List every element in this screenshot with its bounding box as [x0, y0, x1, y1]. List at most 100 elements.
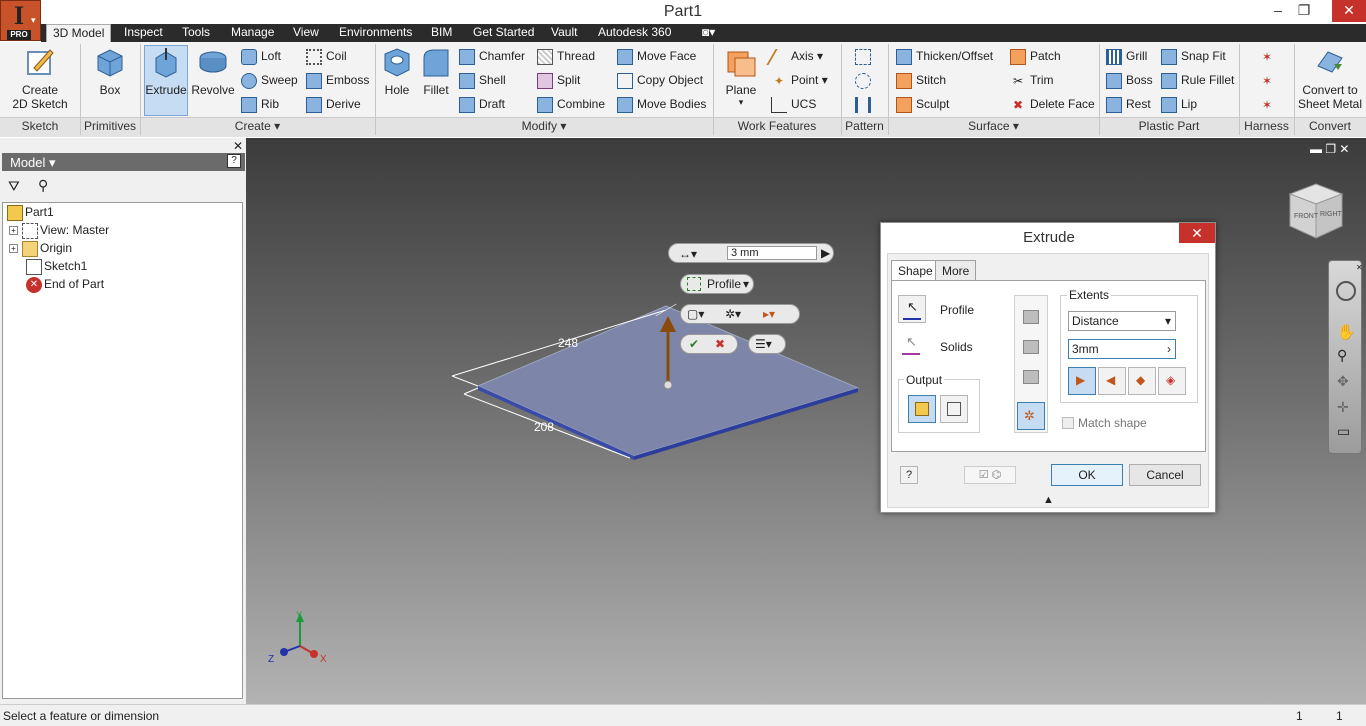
move-face-button[interactable]: Move Face — [617, 46, 696, 66]
tab-environments[interactable]: Environments — [333, 24, 418, 42]
panel-title-dropdown[interactable]: Model ▾ — [10, 155, 56, 171]
tree-item-origin[interactable]: + Origin — [9, 239, 72, 257]
box-button[interactable]: Box — [88, 46, 132, 97]
tab-view[interactable]: View — [287, 24, 325, 42]
fillet-button[interactable]: Fillet — [418, 46, 454, 97]
thread-button[interactable]: Thread — [537, 46, 595, 66]
split-button[interactable]: Split — [537, 70, 580, 90]
expand-dialog-icon[interactable]: ▲ — [1043, 494, 1054, 506]
plane-button[interactable]: Plane ▾ — [720, 46, 762, 108]
profile-minitoolbar-button[interactable]: Profile ▾ — [680, 274, 754, 294]
stitch-button[interactable]: Stitch — [896, 70, 946, 90]
rib-button[interactable]: Rib — [241, 94, 279, 114]
loft-button[interactable]: Loft — [241, 46, 281, 66]
copy-object-button[interactable]: Copy Object — [617, 70, 703, 90]
shell-button[interactable]: Shell — [459, 70, 506, 90]
circular-pattern-button[interactable] — [855, 70, 875, 90]
intersect-button[interactable] — [1017, 364, 1045, 392]
tab-more[interactable]: More — [935, 260, 977, 280]
solids-select-button[interactable]: ↖ — [898, 331, 926, 359]
group-label-surface[interactable]: Surface ▾ — [888, 119, 1099, 135]
tab-shape[interactable]: Shape — [891, 260, 940, 282]
play-arrow-icon[interactable]: ▶ — [821, 244, 830, 262]
delete-face-button[interactable]: ✖ Delete Face — [1010, 94, 1095, 114]
dimension-length[interactable]: 248 — [558, 336, 578, 350]
direction-2-button[interactable]: ◀ — [1098, 367, 1126, 395]
tree-item-sketch1[interactable]: Sketch1 — [26, 257, 87, 275]
group-label-modify[interactable]: Modify ▾ — [375, 119, 713, 135]
tab-get-started[interactable]: Get Started — [467, 24, 540, 42]
emboss-button[interactable]: Emboss — [306, 70, 369, 90]
direction-icon[interactable]: ▸▾ — [763, 305, 775, 323]
patch-button[interactable]: Patch — [1010, 46, 1061, 66]
tab-autodesk-360[interactable]: Autodesk 360 — [592, 24, 677, 42]
mirror-button[interactable] — [855, 94, 875, 114]
thicken-offset-button[interactable]: Thicken/Offset — [896, 46, 993, 66]
close-panel-icon[interactable]: ✕ — [233, 139, 243, 153]
dimension-width[interactable]: 208 — [534, 420, 554, 434]
asymmetric-button[interactable]: ◈ — [1158, 367, 1186, 395]
derive-button[interactable]: Derive — [306, 94, 361, 114]
combine-button[interactable]: Combine — [537, 94, 605, 114]
join-button[interactable] — [1017, 304, 1045, 332]
rest-button[interactable]: Rest — [1106, 94, 1151, 114]
lip-button[interactable]: Lip — [1161, 94, 1197, 114]
convert-to-sheet-metal-button[interactable]: Convert to Sheet Metal — [1297, 46, 1363, 111]
point-button[interactable]: ✦ Point ▾ — [771, 70, 828, 90]
group-label-create[interactable]: Create ▾ — [140, 119, 375, 135]
tab-tools[interactable]: Tools — [176, 24, 216, 42]
create-2d-sketch-button[interactable]: Create 2D Sketch — [8, 46, 72, 111]
extents-type-select[interactable]: Distance ▾ — [1068, 311, 1176, 331]
apply-check-icon[interactable]: ✔ — [689, 335, 699, 353]
distance-type-icon[interactable]: ↔▾ — [679, 245, 697, 263]
app-menu-button[interactable]: I PRO ▾ — [0, 0, 41, 41]
help-button[interactable]: ? — [900, 466, 918, 484]
dialog-close-button[interactable]: ✕ — [1179, 223, 1215, 243]
boss-button[interactable]: Boss — [1106, 70, 1153, 90]
draft-button[interactable]: Draft — [459, 94, 505, 114]
expand-icon[interactable]: + — [9, 244, 18, 254]
tab-bim[interactable]: BIM — [425, 24, 458, 42]
close-window-button[interactable]: ✕ — [1332, 0, 1366, 22]
cancel-button[interactable]: Cancel — [1129, 464, 1201, 486]
help-icon[interactable]: ? — [227, 154, 241, 168]
join-operation-icon[interactable]: ✲▾ — [725, 305, 741, 323]
tab-3d-model[interactable]: 3D Model — [46, 24, 112, 42]
ucs-button[interactable]: UCS — [771, 94, 816, 114]
move-bodies-button[interactable]: Move Bodies — [617, 94, 706, 114]
preview-toggle[interactable]: ☑ ⌬ — [964, 466, 1016, 484]
quick-access-icon[interactable]: ◙▾ — [696, 24, 721, 42]
match-shape-checkbox[interactable] — [1062, 417, 1074, 429]
output-solid-button[interactable] — [908, 395, 936, 423]
tree-item-part1[interactable]: Part1 — [7, 203, 54, 221]
extrude-button[interactable]: Extrude — [144, 45, 188, 116]
distance-input[interactable]: 3mm › — [1068, 339, 1176, 359]
harness-button-2[interactable]: ✶ — [1259, 70, 1279, 90]
grill-button[interactable]: Grill — [1106, 46, 1147, 66]
tab-vault[interactable]: Vault — [545, 24, 583, 42]
sweep-button[interactable]: Sweep — [241, 70, 298, 90]
tree-item-view-master[interactable]: + View: Master — [9, 221, 109, 239]
snap-fit-button[interactable]: Snap Fit — [1161, 46, 1226, 66]
rule-fillet-button[interactable]: Rule Fillet — [1161, 70, 1234, 90]
rectangular-pattern-button[interactable] — [855, 46, 875, 66]
options-minitoolbar[interactable]: ☰▾ — [748, 334, 786, 354]
ok-button[interactable]: OK — [1051, 464, 1123, 486]
solid-output-icon[interactable]: ▢▾ — [687, 305, 704, 323]
cut-button[interactable] — [1017, 334, 1045, 362]
filter-icon[interactable]: ⛛ — [8, 178, 20, 195]
coil-button[interactable]: Coil — [306, 46, 347, 66]
tab-manage[interactable]: Manage — [225, 24, 280, 42]
revolve-button[interactable]: Revolve — [190, 46, 236, 97]
trim-button[interactable]: ✂ Trim — [1010, 70, 1054, 90]
expand-icon[interactable]: + — [9, 226, 18, 236]
tree-item-end-of-part[interactable]: ✕ End of Part — [26, 275, 104, 293]
axis-button[interactable]: Axis ▾ — [766, 46, 823, 66]
distance-input[interactable]: 3 mm — [727, 246, 817, 260]
maximize-button[interactable]: ❐ — [1288, 0, 1320, 22]
chamfer-button[interactable]: Chamfer — [459, 46, 525, 66]
new-solid-button[interactable]: ✲ — [1017, 402, 1045, 430]
harness-button-1[interactable]: ✶ — [1259, 46, 1279, 66]
symmetric-button[interactable]: ◆ — [1128, 367, 1156, 395]
sculpt-button[interactable]: Sculpt — [896, 94, 949, 114]
